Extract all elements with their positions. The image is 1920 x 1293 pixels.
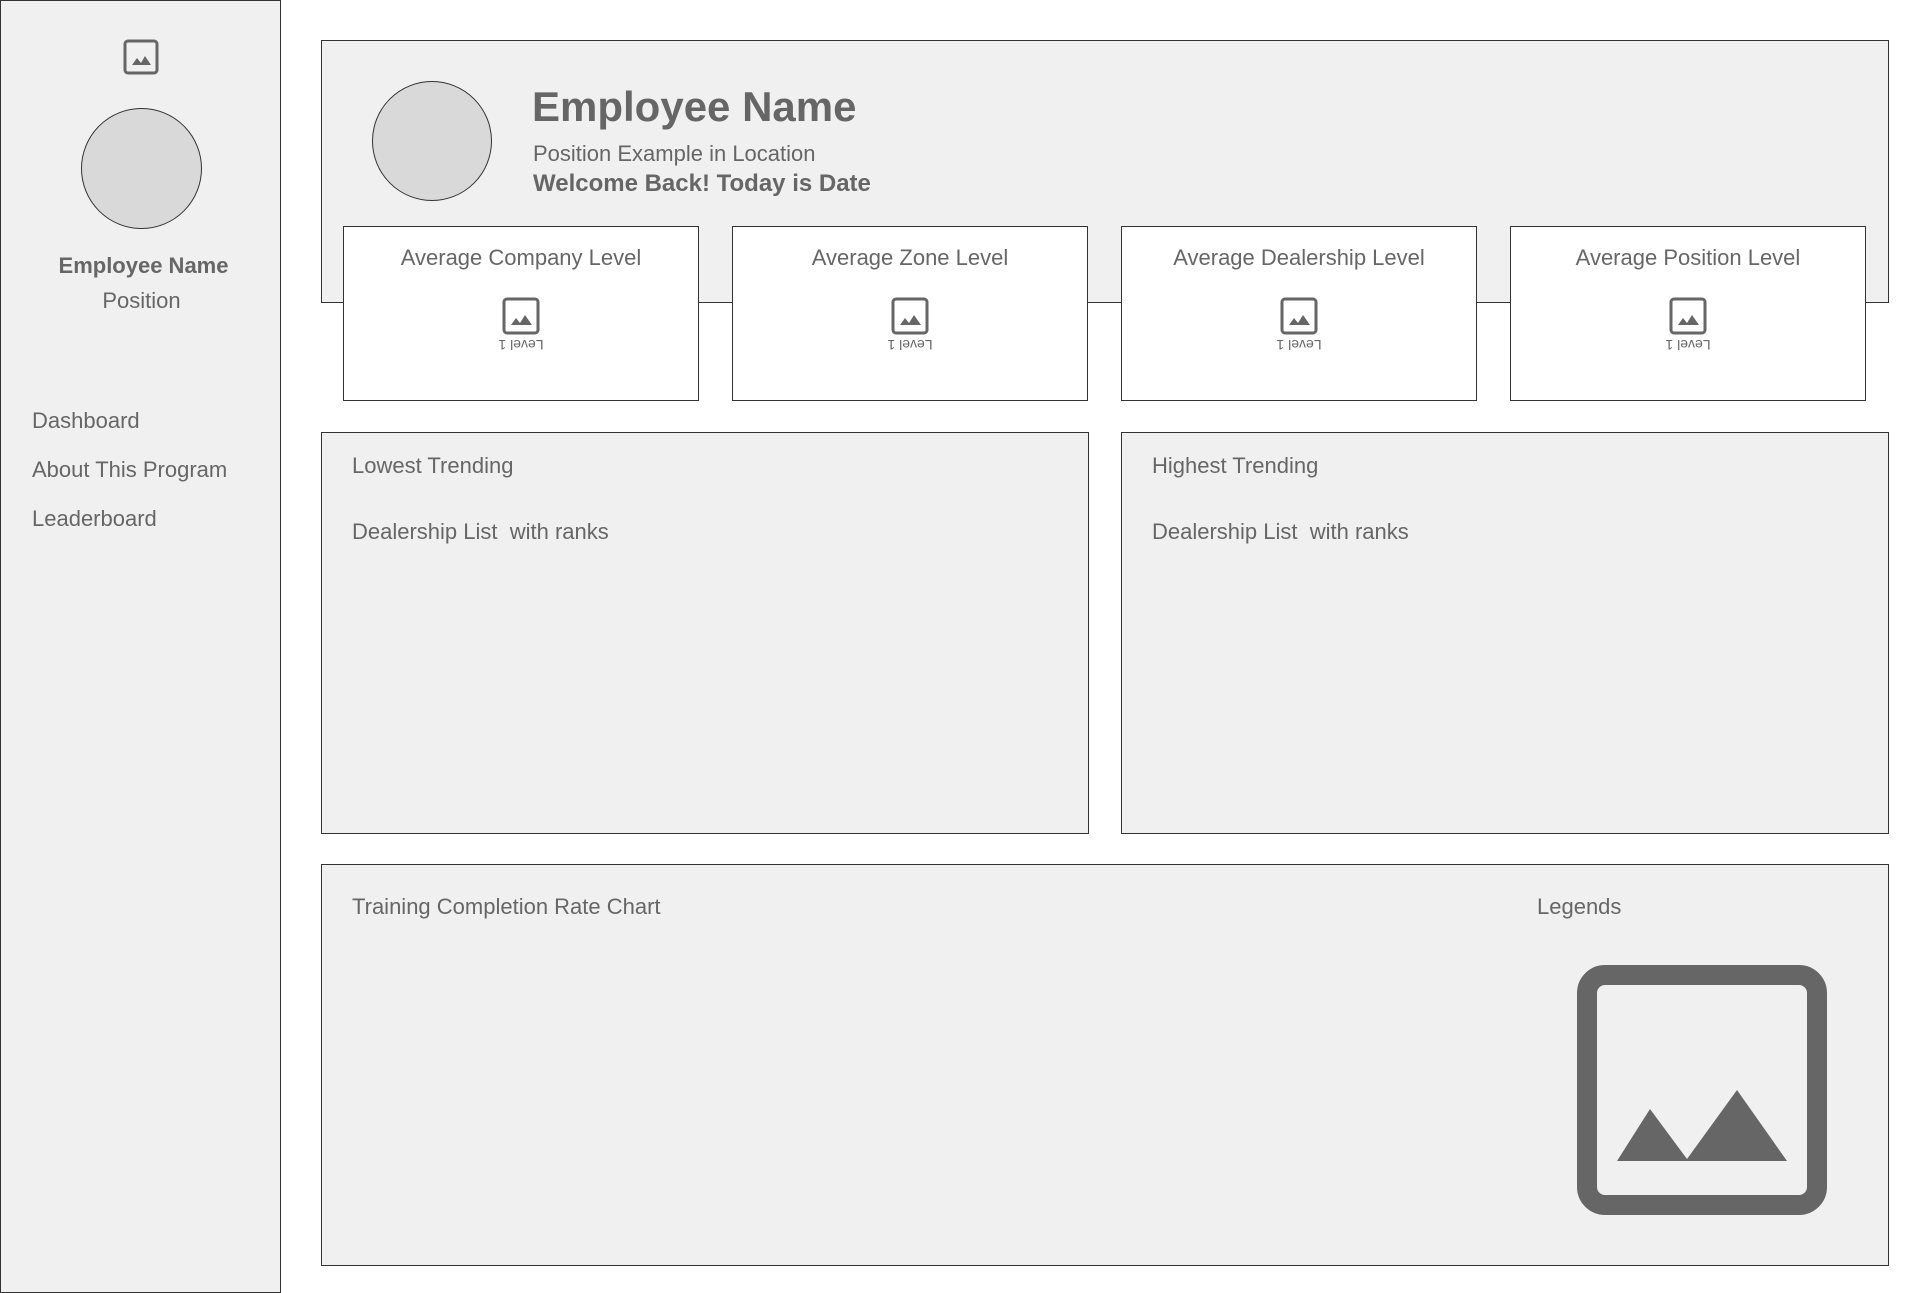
avatar[interactable] [81, 108, 202, 229]
app-frame: Employee Name Position Dashboard About T… [0, 0, 1920, 1293]
highest-trending-title: Highest Trending [1152, 453, 1319, 478]
sidebar: Employee Name Position Dashboard About T… [0, 0, 281, 1293]
sidebar-item-leaderboard[interactable]: Leaderboard [32, 504, 227, 553]
welcome-message: Welcome Back! Today is Date [533, 170, 871, 197]
lowest-trending-list: Dealership List with ranks [352, 519, 609, 544]
image-placeholder-icon [891, 297, 929, 335]
training-chart-panel: Training Completion Rate Chart Legends [321, 864, 1889, 1266]
image-placeholder-icon [502, 297, 540, 335]
level-value: Level 1 [1276, 337, 1322, 353]
logo-image-icon [123, 39, 159, 75]
legends-label: Legends [1537, 894, 1622, 919]
level-value: Level 1 [887, 337, 933, 353]
header-avatar [372, 81, 492, 201]
page-title: Employee Name [532, 83, 857, 130]
level-card-zone[interactable]: Average Zone Level Level 1 [732, 226, 1088, 401]
sidebar-item-dashboard[interactable]: Dashboard [32, 406, 227, 455]
sidebar-item-about-this-program[interactable]: About This Program [32, 455, 227, 504]
highest-trending-list: Dealership List with ranks [1152, 519, 1409, 544]
level-card-company[interactable]: Average Company Level Level 1 [343, 226, 699, 401]
sidebar-employee-name: Employee Name [58, 253, 229, 278]
training-chart-title: Training Completion Rate Chart [352, 894, 661, 919]
level-card-title: Average Company Level [400, 245, 642, 270]
lowest-trending-panel: Lowest Trending Dealership List with ran… [321, 432, 1089, 834]
level-card-position[interactable]: Average Position Level Level 1 [1510, 226, 1866, 401]
level-card-title: Average Zone Level [811, 245, 1009, 270]
lowest-trending-title: Lowest Trending [352, 453, 514, 478]
level-value: Level 1 [498, 337, 544, 353]
level-card-title: Average Position Level [1575, 245, 1801, 270]
image-placeholder-icon [1669, 297, 1707, 335]
sidebar-position: Position [102, 288, 181, 313]
level-card-dealership[interactable]: Average Dealership Level Level 1 [1121, 226, 1477, 401]
sidebar-nav: Dashboard About This Program Leaderboard [32, 406, 227, 553]
level-value: Level 1 [1665, 337, 1711, 353]
level-card-title: Average Dealership Level [1173, 245, 1425, 270]
legends-image-icon [1577, 965, 1827, 1215]
highest-trending-panel: Highest Trending Dealership List with ra… [1121, 432, 1889, 834]
position-location: Position Example in Location [533, 141, 816, 166]
image-placeholder-icon [1280, 297, 1318, 335]
